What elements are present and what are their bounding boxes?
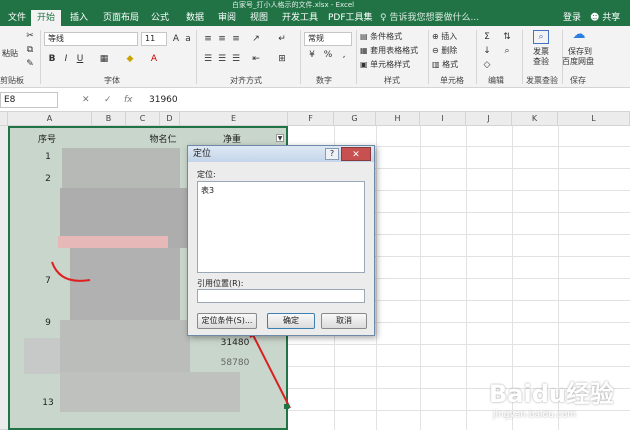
list-item[interactable]: 表3 — [201, 185, 214, 196]
goto-label: 定位: — [197, 170, 216, 179]
reference-label: 引用位置(R): — [197, 279, 244, 288]
special-button[interactable]: 定位条件(S)... — [197, 313, 257, 329]
goto-list[interactable]: 表3 — [197, 181, 365, 273]
goto-dialog: 定位 ? ✕ 定位: 表3 引用位置(R): 定位条件(S)... 确定 取消 — [187, 145, 375, 336]
watermark-sub-text: jingyan.baidu.com — [493, 410, 577, 420]
red-curve-mark — [51, 261, 91, 282]
watermark-main-text: Baidu经验 — [489, 380, 614, 408]
cancel-button[interactable]: 取消 — [321, 313, 367, 329]
red-arrow-line — [251, 332, 291, 409]
close-button[interactable]: ✕ — [341, 147, 371, 161]
reference-input[interactable] — [197, 289, 365, 303]
help-button[interactable]: ? — [325, 148, 339, 160]
fill-handle[interactable] — [284, 404, 289, 409]
baidu-watermark: Baidu经验 jingyan.baidu.com — [489, 372, 625, 426]
ok-button[interactable]: 确定 — [267, 313, 315, 329]
